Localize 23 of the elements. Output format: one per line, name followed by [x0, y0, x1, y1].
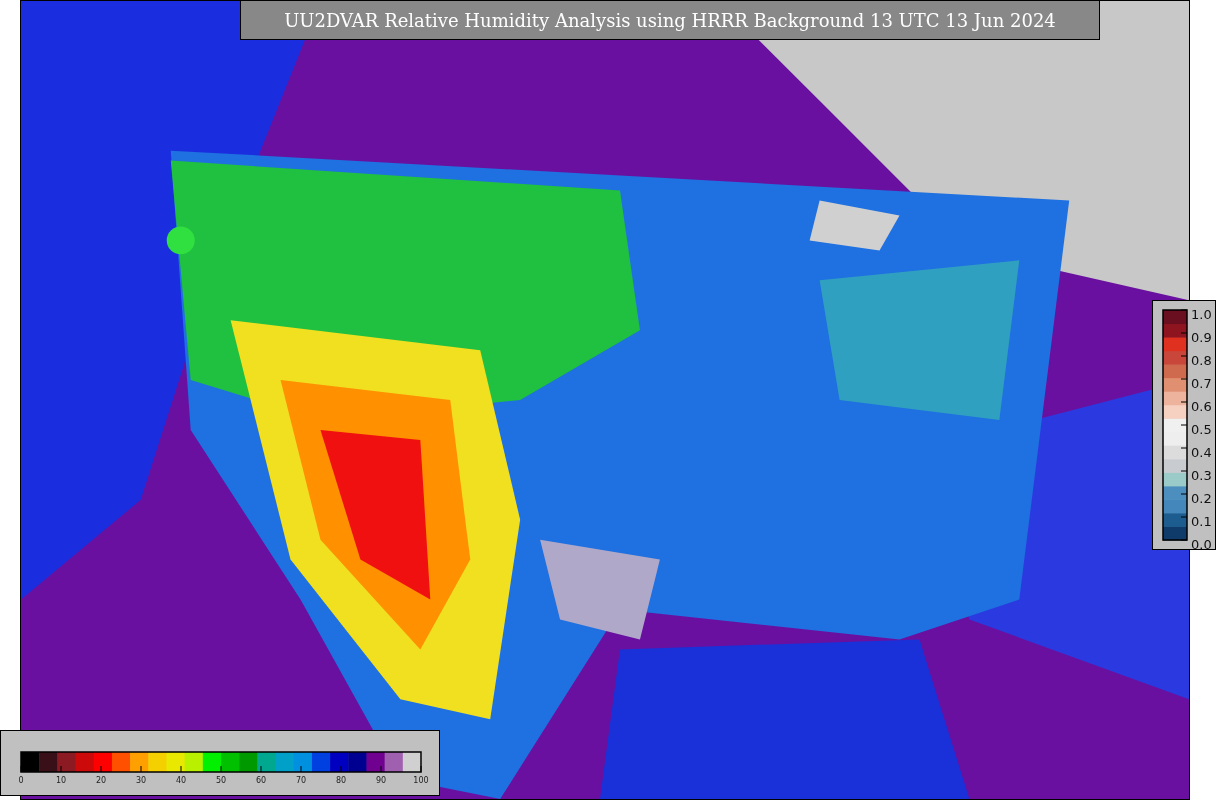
colorbar-tick-label: 1.0 — [1191, 306, 1212, 324]
colorbar-tick-label: 40 — [175, 776, 187, 786]
colorbar-tick-label: 0.8 — [1191, 352, 1212, 370]
colorbar-tick-label: 0.3 — [1191, 467, 1212, 485]
colorbar-tick-label: 0.9 — [1191, 329, 1212, 347]
colorbar-tick-label: 0 — [18, 776, 24, 786]
colorbar-tick-label: 0.7 — [1191, 375, 1212, 393]
colorbar-tick-label: 90 — [375, 776, 387, 786]
colorbar-tick-label: 10 — [55, 776, 67, 786]
colorbar-tick-label: 20 — [95, 776, 107, 786]
chart-title: UU2DVAR Relative Humidity Analysis using HRRR Background 13 UTC 13 Jun 2024 — [240, 0, 1100, 40]
colorbar-tick-label: 0.6 — [1191, 398, 1212, 416]
colorbar-tick-label: 60 — [255, 776, 267, 786]
colorbar-tick-label: 0.1 — [1191, 513, 1212, 531]
colorbar-tick-label: 70 — [295, 776, 307, 786]
colorbar-tick-label: 30 — [135, 776, 147, 786]
colorbar-tick-label: 100 — [413, 776, 429, 786]
colorbar-tick-label: 0.2 — [1191, 490, 1212, 508]
colorbar-tick-label: 0.5 — [1191, 421, 1212, 439]
colorbar-tick-label: 50 — [215, 776, 227, 786]
colorbar-tick-label: 0.4 — [1191, 444, 1212, 462]
colorbar-tick-label: 0.0 — [1191, 536, 1212, 554]
colorbar-tick-label: 80 — [335, 776, 347, 786]
